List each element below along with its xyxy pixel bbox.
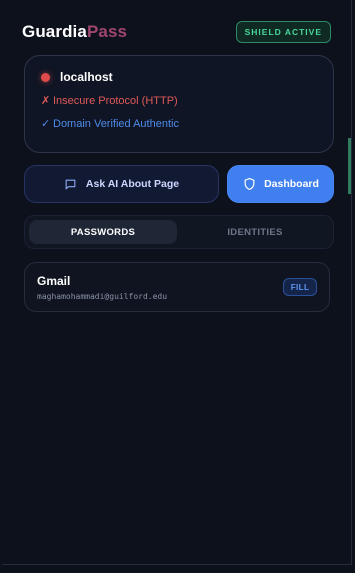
entry-username: maghamohammadi@guilford.edu bbox=[37, 291, 168, 301]
domain-verification: ✓ Domain Verified Authentic bbox=[41, 117, 317, 131]
entry-title: Gmail bbox=[37, 273, 71, 288]
header: GuardiaPass SHIELD ACTIVE bbox=[22, 20, 331, 44]
entry-details: Gmail maghamohammadi@guilford.edu bbox=[37, 274, 167, 301]
cross-icon: ✗ bbox=[41, 95, 51, 107]
brand-name-part-2: Pass bbox=[86, 22, 128, 41]
side-accent-bar bbox=[348, 138, 351, 194]
vault-tabs: PASSWORDS IDENTITIES bbox=[24, 215, 334, 249]
dashboard-label: Dashboard bbox=[264, 178, 319, 190]
tab-identities[interactable]: IDENTITIES bbox=[181, 220, 329, 244]
site-host-row: localhost bbox=[41, 70, 317, 84]
brand-name-part-1: Guardia bbox=[22, 22, 87, 41]
shield-icon bbox=[242, 177, 256, 191]
fill-button[interactable]: FILL bbox=[283, 278, 317, 296]
site-security-card: localhost ✗ Insecure Protocol (HTTP) ✓ D… bbox=[24, 55, 334, 153]
site-host: localhost bbox=[60, 70, 113, 84]
ask-ai-label: Ask AI About Page bbox=[85, 178, 180, 190]
tab-passwords[interactable]: PASSWORDS bbox=[29, 220, 177, 244]
domain-verification-text: Domain Verified Authentic bbox=[53, 117, 179, 130]
insecure-status-dot bbox=[41, 72, 50, 82]
check-icon: ✓ bbox=[41, 118, 51, 130]
ask-ai-button[interactable]: Ask AI About Page bbox=[24, 165, 219, 203]
protocol-warning-text: Insecure Protocol (HTTP) bbox=[53, 94, 178, 107]
protocol-warning: ✗ Insecure Protocol (HTTP) bbox=[41, 94, 317, 108]
password-entry[interactable]: Gmail maghamohammadi@guilford.edu FILL bbox=[24, 262, 330, 312]
chat-bubble-icon bbox=[64, 177, 78, 191]
shield-status-badge: SHIELD ACTIVE bbox=[235, 21, 331, 43]
popup-frame: GuardiaPass SHIELD ACTIVE localhost ✗ In… bbox=[2, 0, 352, 565]
brand-logo: GuardiaPass bbox=[22, 22, 127, 42]
dashboard-button[interactable]: Dashboard bbox=[227, 165, 334, 203]
action-buttons: Ask AI About Page Dashboard bbox=[24, 165, 334, 203]
